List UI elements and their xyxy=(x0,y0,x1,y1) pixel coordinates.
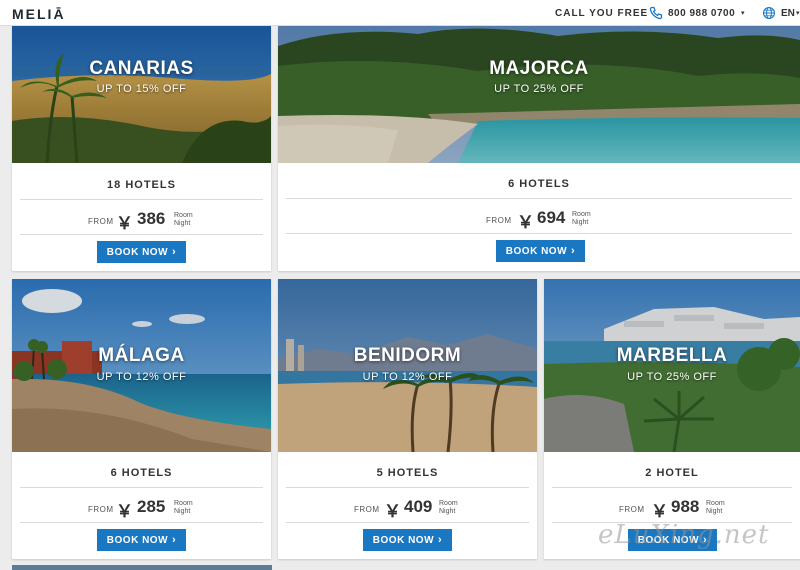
watermark: eLuXing.net xyxy=(598,520,770,550)
destination-card-malaga[interactable]: MÁLAGA UP TO 12% OFF 6 HOTELS FROM ￥ 285… xyxy=(12,279,271,559)
price-unit: Room Night xyxy=(572,211,591,227)
price-unit: Room Night xyxy=(174,212,193,228)
destination-card-marbella[interactable]: MARBELLA UP TO 25% OFF 2 HOTEL FROM ￥ 98… xyxy=(544,279,800,559)
price-unit: Room Night xyxy=(439,500,458,516)
divider xyxy=(20,487,263,488)
price-row: FROM ￥ 285 Room Night xyxy=(12,496,271,521)
price-unit-night: Night xyxy=(174,220,191,227)
price-amount: 694 xyxy=(537,208,566,227)
price-currency: ￥ xyxy=(116,214,133,233)
price-unit-night: Night xyxy=(572,219,589,226)
chevron-right-icon: › xyxy=(571,245,576,257)
hotel-count: 6 HOTELS xyxy=(508,178,570,190)
price-unit-room: Room xyxy=(174,500,193,507)
book-now-label: BOOK NOW xyxy=(106,247,169,258)
price-row: FROM ￥ 694 Room Night xyxy=(278,207,800,232)
price-amount: 409 xyxy=(404,497,433,516)
price-from-label: FROM xyxy=(88,217,114,226)
hotel-count: 2 HOTEL xyxy=(645,467,699,479)
destination-card-majorca[interactable]: MAJORCA UP TO 25% OFF 6 HOTELS FROM ￥ 69… xyxy=(278,26,800,271)
divider xyxy=(20,522,263,523)
phone-icon xyxy=(649,6,663,20)
hotel-count: 18 HOTELS xyxy=(107,179,176,191)
next-card-peek xyxy=(12,565,272,570)
chevron-right-icon: › xyxy=(438,534,443,546)
destination-offer: UP TO 25% OFF xyxy=(494,83,584,95)
call-you-free-label: CALL YOU FREE xyxy=(555,8,649,19)
divider xyxy=(286,487,529,488)
chevron-right-icon: › xyxy=(172,534,177,546)
language-selector[interactable]: EN xyxy=(781,8,795,19)
hotel-count: 6 HOTELS xyxy=(110,467,173,479)
phone-number-link[interactable]: 800 988 0700 xyxy=(668,8,735,19)
price-unit: Room Night xyxy=(706,500,725,516)
destination-offer: UP TO 15% OFF xyxy=(96,83,187,95)
chevron-right-icon: › xyxy=(172,246,177,258)
price-unit: Room Night xyxy=(174,500,193,516)
book-now-button[interactable]: BOOK NOW › xyxy=(97,241,186,263)
divider xyxy=(286,522,529,523)
price-unit-night: Night xyxy=(174,508,191,515)
destination-card-benidorm[interactable]: BENIDORM UP TO 12% OFF 5 HOTELS FROM ￥ 4… xyxy=(278,279,537,559)
price-currency: ￥ xyxy=(384,502,401,521)
globe-icon xyxy=(762,6,776,20)
book-now-button[interactable]: BOOK NOW › xyxy=(496,240,585,262)
divider xyxy=(286,198,792,199)
price-currency: ￥ xyxy=(651,502,668,521)
price-amount: 386 xyxy=(137,209,166,228)
price-unit-room: Room xyxy=(174,212,193,219)
book-now-button[interactable]: BOOK NOW › xyxy=(363,529,452,551)
destination-name: MÁLAGA xyxy=(98,345,185,366)
destination-name: BENIDORM xyxy=(353,345,462,366)
destination-offer: UP TO 12% OFF xyxy=(362,371,453,383)
book-now-button[interactable]: BOOK NOW › xyxy=(97,529,186,551)
price-unit-night: Night xyxy=(706,508,723,515)
divider xyxy=(20,234,263,235)
price-from-label: FROM xyxy=(354,505,380,514)
divider xyxy=(20,199,263,200)
book-now-label: BOOK NOW xyxy=(106,535,169,546)
melia-logo[interactable]: MELIĀ xyxy=(12,6,66,22)
price-row: FROM ￥ 988 Room Night xyxy=(544,496,800,521)
divider xyxy=(286,233,792,234)
book-now-label: BOOK NOW xyxy=(372,535,435,546)
price-from-label: FROM xyxy=(88,505,114,514)
price-row: FROM ￥ 409 Room Night xyxy=(278,496,537,521)
price-from-label: FROM xyxy=(486,216,512,225)
book-now-label: BOOK NOW xyxy=(505,246,568,257)
phone-dropdown-caret-icon[interactable]: ▾ xyxy=(741,9,745,17)
price-amount: 285 xyxy=(137,497,166,516)
destination-card-canarias[interactable]: CANARIAS UP TO 15% OFF 18 HOTELS FROM ￥ … xyxy=(12,26,271,271)
price-row: FROM ￥ 386 Room Night xyxy=(12,208,271,233)
price-unit-room: Room xyxy=(439,500,458,507)
price-unit-room: Room xyxy=(706,500,725,507)
price-currency: ￥ xyxy=(116,502,133,521)
destination-offer: UP TO 25% OFF xyxy=(627,371,717,383)
divider xyxy=(552,487,792,488)
price-amount: 988 xyxy=(671,497,700,516)
top-header: MELIĀ CALL YOU FREE 800 988 0700 ▾ EN ▾ xyxy=(0,0,800,26)
destination-name: MAJORCA xyxy=(489,58,589,79)
destination-offer: UP TO 12% OFF xyxy=(96,371,187,383)
destination-name: CANARIAS xyxy=(89,58,194,79)
price-unit-night: Night xyxy=(439,508,456,515)
price-currency: ￥ xyxy=(517,213,534,232)
language-caret-icon[interactable]: ▾ xyxy=(796,9,800,17)
destination-name: MARBELLA xyxy=(616,345,728,366)
price-unit-room: Room xyxy=(572,211,591,218)
hotel-count: 5 HOTELS xyxy=(376,467,439,479)
price-from-label: FROM xyxy=(619,505,645,514)
